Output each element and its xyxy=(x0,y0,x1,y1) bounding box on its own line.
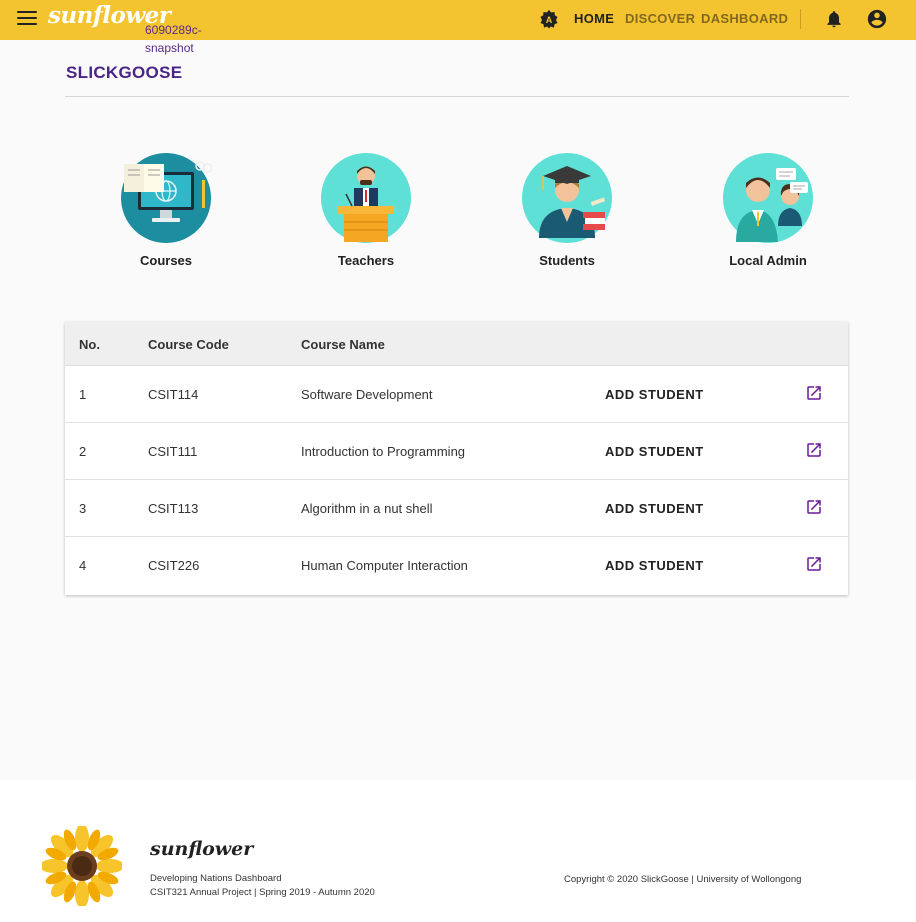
students-tile[interactable]: Students xyxy=(507,150,627,268)
add-student-button[interactable]: ADD STUDENT xyxy=(605,444,704,459)
computer-book-icon xyxy=(121,153,213,243)
footer-brand-logo: sunflower xyxy=(150,838,254,860)
nav-dashboard[interactable]: DASHBOARD xyxy=(701,11,788,26)
cell-course-code: CSIT226 xyxy=(148,558,200,573)
cell-no: 2 xyxy=(79,444,87,459)
footer-project-info: CSIT321 Annual Project | Spring 2019 - A… xyxy=(150,887,375,898)
footer: sunflower Developing Nations Dashboard C… xyxy=(0,780,916,922)
open-in-new-icon[interactable] xyxy=(805,555,823,573)
open-in-new-icon[interactable] xyxy=(805,441,823,459)
cell-no: 4 xyxy=(79,558,87,573)
table-row: 2 CSIT111 Introduction to Programming AD… xyxy=(65,423,848,480)
graduate-student-icon xyxy=(522,153,612,243)
page-title: SLICKGOOSE xyxy=(66,63,183,82)
sunflower-icon xyxy=(42,826,122,906)
table-row: 4 CSIT226 Human Computer Interaction ADD… xyxy=(65,537,848,594)
header-course-code: Course Code xyxy=(148,337,229,352)
top-app-bar: sunflower 6090289c-snapshot A HOME DISCO… xyxy=(0,0,916,55)
teachers-tile[interactable]: Teachers xyxy=(306,150,426,268)
add-student-button[interactable]: ADD STUDENT xyxy=(605,387,704,402)
admin-people-icon xyxy=(723,153,813,243)
nav-home[interactable]: HOME xyxy=(574,11,614,26)
local-admin-tile[interactable]: Local Admin xyxy=(708,150,828,268)
snapshot-label: 6090289c-snapshot xyxy=(145,23,202,55)
courses-table: No. Course Code Course Name 1 CSIT114 So… xyxy=(65,322,848,595)
nav-discover[interactable]: DISCOVER xyxy=(625,11,695,26)
table-header: No. Course Code Course Name xyxy=(65,322,848,366)
menu-icon[interactable] xyxy=(17,11,37,27)
table-row: 3 CSIT113 Algorithm in a nut shell ADD S… xyxy=(65,480,848,537)
courses-tile[interactable]: Courses xyxy=(106,150,226,268)
cell-course-code: CSIT114 xyxy=(148,387,199,402)
header-no: No. xyxy=(79,337,100,352)
gear-a-icon[interactable]: A xyxy=(539,9,559,29)
svg-text:A: A xyxy=(546,15,553,25)
table-row: 1 CSIT114 Software Development ADD STUDE… xyxy=(65,366,848,423)
footer-copyright: Copyright © 2020 SlickGoose | University… xyxy=(564,874,802,885)
add-student-button[interactable]: ADD STUDENT xyxy=(605,501,704,516)
cell-course-name: Human Computer Interaction xyxy=(301,558,468,573)
bell-icon[interactable] xyxy=(824,9,844,29)
teacher-podium-icon xyxy=(321,153,411,243)
local-admin-label: Local Admin xyxy=(729,253,807,268)
students-label: Students xyxy=(539,253,595,268)
footer-tagline: Developing Nations Dashboard xyxy=(150,873,282,884)
cell-course-name: Algorithm in a nut shell xyxy=(301,501,433,516)
cell-course-code: CSIT111 xyxy=(148,444,198,459)
cell-course-code: CSIT113 xyxy=(148,501,199,516)
open-in-new-icon[interactable] xyxy=(805,384,823,402)
open-in-new-icon[interactable] xyxy=(805,498,823,516)
title-divider xyxy=(65,96,849,97)
cell-no: 1 xyxy=(79,387,87,402)
cell-course-name: Introduction to Programming xyxy=(301,444,466,459)
courses-label: Courses xyxy=(139,253,193,268)
cell-no: 3 xyxy=(79,501,87,516)
teachers-label: Teachers xyxy=(337,253,395,268)
cell-course-name: Software Development xyxy=(301,387,433,402)
header-course-name: Course Name xyxy=(301,337,385,352)
nav-divider xyxy=(800,9,801,29)
account-circle-icon[interactable] xyxy=(866,8,888,30)
add-student-button[interactable]: ADD STUDENT xyxy=(605,558,704,573)
